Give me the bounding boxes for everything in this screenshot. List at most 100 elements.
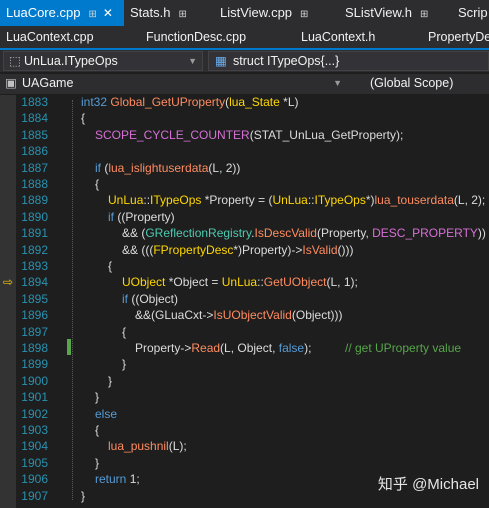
- code-line: 1890 if ((Property): [0, 210, 489, 226]
- line-number: 1904: [21, 439, 48, 454]
- project-scope-bar: ▣ UAGame ▼ (Global Scope): [0, 74, 489, 94]
- token: {: [108, 259, 113, 273]
- tab-propertydesc[interactable]: PropertyDe: [428, 26, 489, 48]
- code-line: 1900}: [0, 374, 489, 390]
- token: {: [95, 177, 100, 191]
- code-comment: // get UProperty value: [345, 341, 462, 355]
- tab-label: ListView.cpp: [220, 5, 293, 20]
- token: {: [122, 324, 127, 339]
- tab-luacore-cpp[interactable]: LuaCore.cpp ⊞ ✕: [0, 0, 124, 26]
- tab-label: SListView.h: [345, 5, 412, 20]
- token: int32: [81, 95, 111, 109]
- line-number: 1902: [21, 406, 48, 421]
- token: ((Property): [114, 209, 175, 224]
- token: *)Property)->: [233, 242, 303, 257]
- token: ())): [337, 242, 354, 257]
- tab-scrip[interactable]: Scrip: [458, 0, 488, 26]
- line-number: 1884: [21, 111, 48, 126]
- line-number: 1885: [21, 127, 48, 142]
- code-line: 1885 SCOPE_CYCLE_COUNTER(STAT_UnLua_GetPr…: [0, 128, 489, 144]
- token: FPropertyDesc: [153, 242, 234, 257]
- navigation-bar: ⬚ UnLua.ITypeOps ▼ ▦ struct ITypeOps{...…: [0, 50, 489, 72]
- type-scope-dropdown[interactable]: ⬚ UnLua.ITypeOps ▼: [3, 51, 203, 71]
- token: )): [477, 226, 486, 241]
- code-line: 1896 &&(GLuaCxt->IsUObjectValid(Object))): [0, 308, 489, 324]
- token: *): [365, 193, 375, 208]
- token: UnLua: [221, 275, 258, 290]
- code-line: 1904 lua_pushnil(L);: [0, 439, 489, 455]
- token: IsValid: [302, 242, 338, 257]
- token: GReflectionRegistry: [145, 226, 252, 241]
- project-value: UAGame: [22, 76, 74, 90]
- line-number: 1907: [21, 488, 48, 503]
- watermark: 知乎 @Michael: [377, 476, 479, 493]
- secondary-tab-bar: LuaContext.cpp FunctionDesc.cpp LuaConte…: [0, 26, 489, 50]
- token: ::: [257, 275, 264, 290]
- code-line: 1899}: [0, 357, 489, 373]
- tab-label: LuaCore.cpp: [6, 5, 81, 20]
- code-line: 1888 {: [0, 177, 489, 193]
- chevron-down-icon: ▼: [333, 78, 342, 88]
- global-scope-dropdown[interactable]: (Global Scope): [350, 74, 489, 94]
- token: (L, 2)): [208, 160, 241, 175]
- pin-icon[interactable]: ⊞: [300, 9, 308, 20]
- current-statement-arrow-icon[interactable]: ⇨: [3, 275, 13, 289]
- line-number: 1883: [21, 95, 48, 109]
- code-line: ⇨ 1894 UObject *Object = UnLua::GetUObject…: [0, 275, 489, 291]
- line-number: 1903: [21, 423, 48, 437]
- close-icon[interactable]: ✕: [103, 6, 113, 20]
- pin-icon[interactable]: ⊞: [420, 9, 428, 20]
- code-line: 1887 if (lua_islightuserdata(L, 2)): [0, 161, 489, 177]
- token: DESC_PROPERTY: [372, 226, 478, 241]
- token: *L): [279, 95, 299, 109]
- code-line: 1884 {: [0, 111, 489, 127]
- code-line: 1883 int32 Global_GetUProperty(lua_State …: [0, 95, 489, 111]
- line-number: 1893: [21, 259, 48, 273]
- token: }: [81, 488, 86, 503]
- token: IsDescValid: [254, 226, 317, 241]
- token: (Object))): [291, 308, 343, 323]
- tab-stats-h[interactable]: Stats.h ⊞: [130, 0, 187, 26]
- line-number: 1888: [21, 177, 48, 191]
- tab-slistview-h[interactable]: SListView.h ⊞: [345, 0, 428, 26]
- token: Property->: [135, 341, 192, 355]
- token: &&(GLuaCxt->: [135, 308, 214, 323]
- code-line: 1891 && (GReflectionRegistry.IsDescValid(…: [0, 226, 489, 242]
- token: UnLua: [108, 193, 144, 208]
- token: UnLua: [272, 193, 308, 208]
- token: *Property = (: [201, 193, 273, 208]
- line-number: 1889: [21, 193, 48, 208]
- pin-icon[interactable]: ⊞: [88, 9, 96, 20]
- project-dropdown[interactable]: ▣ UAGame ▼: [0, 74, 347, 94]
- code-editor[interactable]: 1883 int32 Global_GetUProperty(lua_State …: [0, 95, 489, 508]
- tab-luacontext-h[interactable]: LuaContext.h: [301, 26, 375, 48]
- line-number: 1896: [21, 308, 48, 323]
- line-number: 1887: [21, 160, 48, 175]
- line-number: 1892: [21, 242, 48, 257]
- global-scope-value: (Global Scope): [370, 76, 454, 90]
- code-line: 1901}: [0, 390, 489, 406]
- token: 1;: [126, 472, 140, 487]
- token: UObject: [122, 275, 166, 290]
- token: }: [122, 357, 127, 372]
- code-line: 1895 if ((Object): [0, 292, 489, 308]
- line-number: 1898: [21, 341, 48, 355]
- code-line: 1903 {: [0, 423, 489, 439]
- token: ITypeOps: [150, 193, 202, 208]
- tab-listview-cpp[interactable]: ListView.cpp ⊞: [220, 0, 308, 26]
- tab-luacontext-cpp[interactable]: LuaContext.cpp: [6, 26, 94, 48]
- member-scope-dropdown[interactable]: ▦ struct ITypeOps{...}: [208, 51, 489, 71]
- pin-icon[interactable]: ⊞: [178, 9, 186, 20]
- code-line: 1886: [0, 144, 489, 160]
- document-tab-bar: LuaCore.cpp ⊞ ✕ Stats.h ⊞ ListView.cpp ⊞ SLi…: [0, 0, 489, 26]
- tab-label: Stats.h: [130, 5, 171, 20]
- line-number: 1900: [21, 373, 48, 388]
- token: ITypeOps: [314, 193, 366, 208]
- token: (L, Object,: [220, 341, 279, 355]
- project-icon: ▣: [5, 76, 17, 90]
- token: (L, 2);: [453, 193, 486, 208]
- member-scope-value: struct ITypeOps{...}: [233, 54, 340, 68]
- token: lua_islightuserdata: [108, 160, 209, 175]
- token: GetUObject: [263, 275, 327, 290]
- tab-functiondesc-cpp[interactable]: FunctionDesc.cpp: [146, 26, 246, 48]
